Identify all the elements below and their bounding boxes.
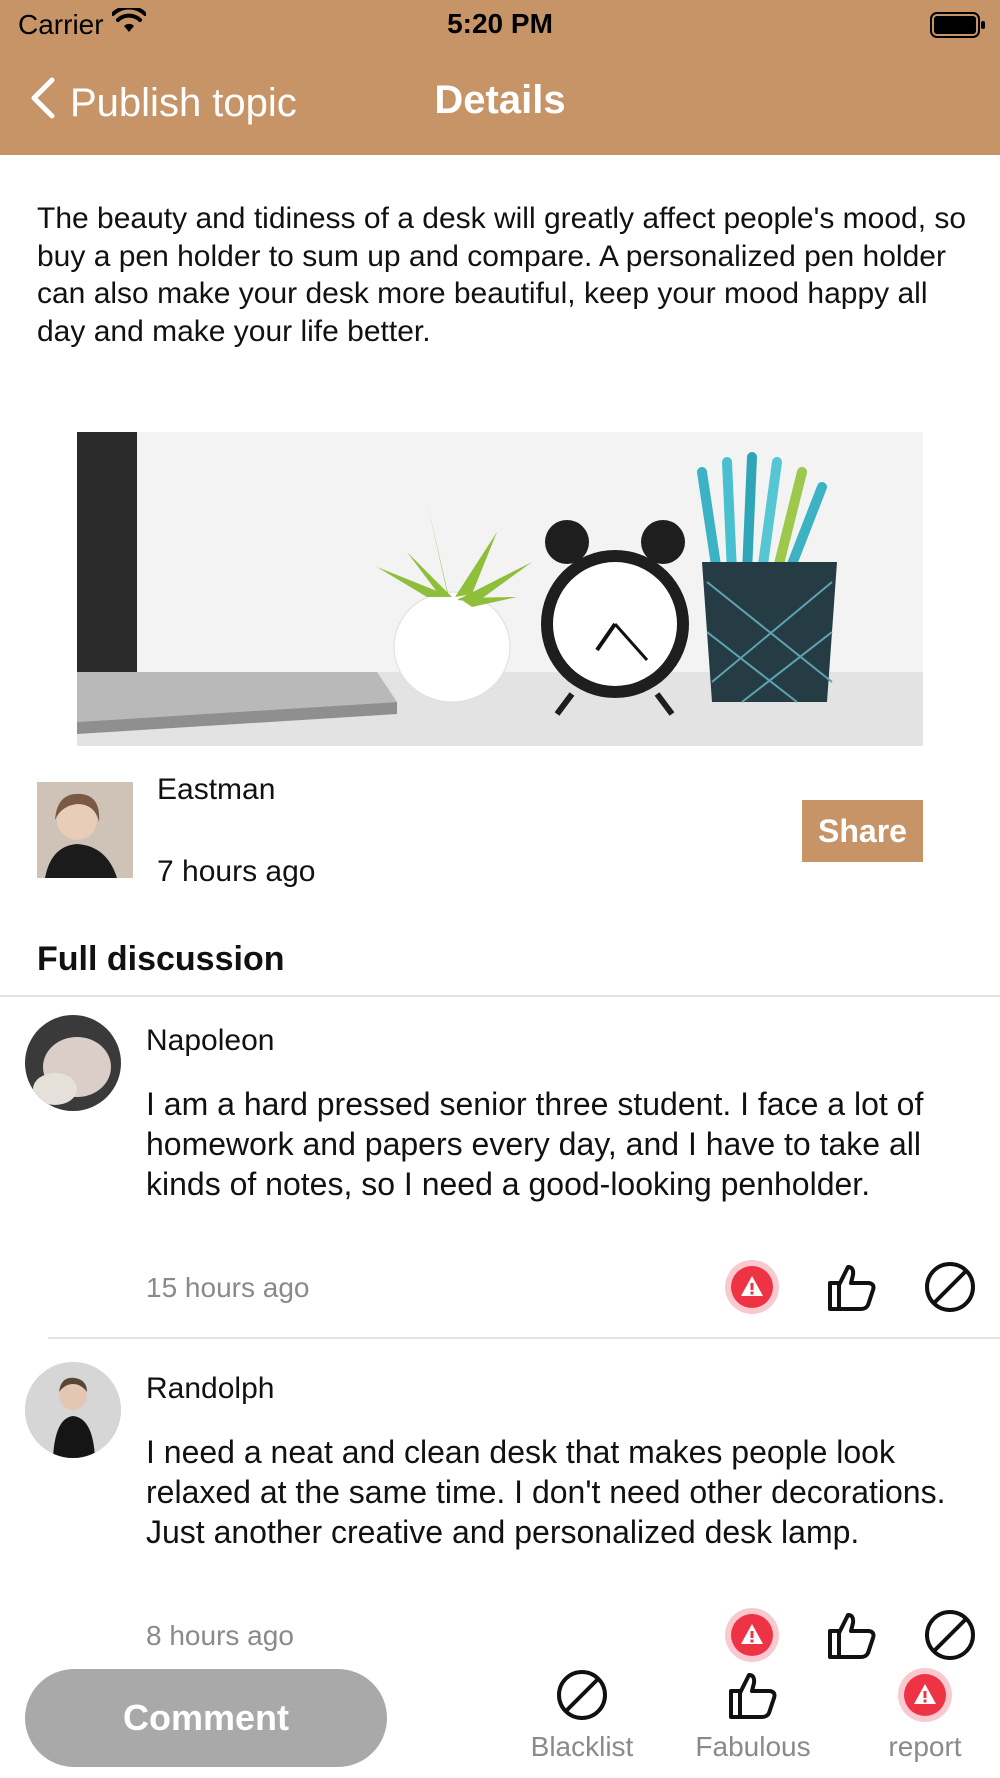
header: Carrier 5:20 PM Publish topic Details (0, 0, 1000, 155)
discussion-title: Full discussion (37, 940, 285, 978)
comment-time: 8 hours ago (146, 1620, 294, 1651)
thumbs-up-icon[interactable] (824, 1259, 880, 1315)
divider (48, 1337, 1000, 1339)
post-image (77, 432, 923, 746)
report-icon[interactable] (724, 1259, 780, 1315)
comment-time: 15 hours ago (146, 1272, 310, 1303)
commenter-avatar[interactable] (25, 1015, 121, 1111)
report-button[interactable]: report (850, 1665, 1000, 1763)
battery-icon (930, 12, 986, 38)
divider (0, 995, 1000, 997)
comment-button[interactable]: Comment (25, 1669, 387, 1767)
blacklist-icon (507, 1665, 657, 1725)
report-icon (850, 1665, 1000, 1725)
thumbs-up-icon (678, 1665, 828, 1725)
fabulous-label: Fabulous (695, 1731, 811, 1762)
report-label: report (888, 1731, 962, 1762)
author-name[interactable]: Eastman (157, 773, 275, 807)
comment-text: I am a hard pressed senior three student… (146, 1086, 924, 1202)
thumbs-up-icon[interactable] (824, 1607, 880, 1663)
fabulous-button[interactable]: Fabulous (678, 1665, 828, 1763)
share-button[interactable]: Share (802, 800, 923, 862)
blacklist-label: Blacklist (530, 1731, 634, 1762)
status-time: 5:20 PM (447, 8, 553, 39)
blacklist-icon[interactable] (922, 1607, 978, 1663)
blacklist-icon[interactable] (922, 1259, 978, 1315)
commenter-name[interactable]: Napoleon (146, 1024, 274, 1058)
page-title: Details (434, 78, 566, 122)
post-body: The beauty and tidiness of a desk will g… (37, 202, 967, 348)
author-avatar[interactable] (37, 782, 133, 878)
report-icon[interactable] (724, 1607, 780, 1663)
post-time: 7 hours ago (157, 855, 316, 888)
blacklist-button[interactable]: Blacklist (507, 1665, 657, 1763)
commenter-name[interactable]: Randolph (146, 1372, 274, 1406)
comment-text: I need a neat and clean desk that makes … (146, 1434, 946, 1550)
commenter-avatar[interactable] (25, 1362, 121, 1458)
